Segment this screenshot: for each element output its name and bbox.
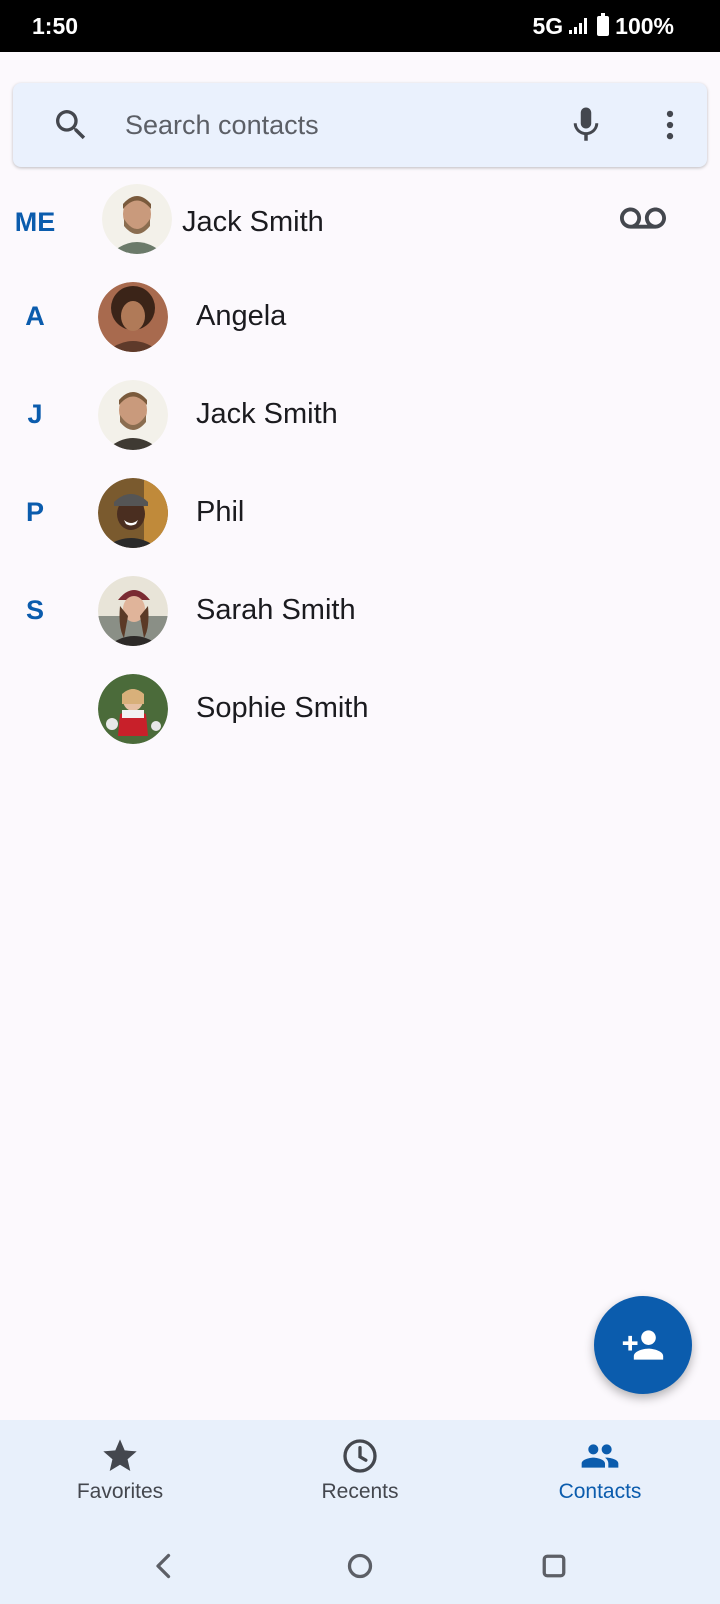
contact-name: Jack Smith — [182, 206, 324, 238]
search-bar[interactable]: Search contacts — [13, 83, 707, 167]
status-icons: 5G 100% — [532, 13, 674, 40]
section-letter: S — [25, 595, 44, 625]
voicemail-icon[interactable] — [620, 196, 666, 242]
add-person-icon — [622, 1330, 664, 1360]
people-icon — [581, 1444, 619, 1468]
back-icon[interactable] — [146, 1548, 182, 1584]
battery-icon — [597, 13, 610, 36]
contacts-screen: 1:50 5G 100% Search contacts ME Jack Smi… — [0, 0, 720, 1604]
avatar — [98, 380, 168, 450]
section-letter — [0, 660, 70, 756]
search-icon — [56, 110, 86, 140]
clock-icon — [343, 1439, 377, 1473]
section-letter: J — [27, 399, 43, 429]
search-input[interactable]: Search contacts — [125, 83, 319, 167]
tab-label: Favorites — [76, 1480, 164, 1503]
signal-icon — [569, 18, 588, 34]
tab-contacts[interactable]: Contacts — [480, 1420, 720, 1528]
avatar — [98, 674, 168, 744]
contact-name: Sarah Smith — [196, 594, 356, 626]
section-letter-me: ME — [14, 207, 56, 237]
system-navigation-bar — [0, 1528, 720, 1604]
tab-favorites[interactable]: Favorites — [0, 1420, 240, 1528]
contact-row[interactable]: Sophie Smith — [0, 660, 720, 756]
contact-row[interactable]: A Angela — [0, 268, 720, 364]
home-icon[interactable] — [342, 1548, 378, 1584]
tab-recents[interactable]: Recents — [240, 1420, 480, 1528]
tab-label: Recents — [321, 1480, 399, 1503]
status-time: 1:50 — [32, 12, 79, 39]
star-icon — [103, 1439, 137, 1471]
status-bar: 1:50 5G 100% — [0, 0, 720, 52]
avatar — [98, 282, 168, 352]
network-label: 5G — [532, 12, 564, 39]
section-letter: A — [25, 301, 45, 331]
more-options-icon[interactable] — [651, 106, 689, 144]
avatar — [98, 576, 168, 646]
add-contact-button[interactable] — [594, 1296, 692, 1394]
contact-name: Jack Smith — [196, 398, 338, 430]
contact-row[interactable]: J Jack Smith — [0, 366, 720, 462]
microphone-icon[interactable] — [565, 104, 607, 146]
overview-icon[interactable] — [536, 1548, 572, 1584]
avatar — [98, 478, 168, 548]
contact-row[interactable]: P Phil — [0, 464, 720, 560]
bottom-navigation: Favorites Recents Contacts — [0, 1420, 720, 1528]
battery-level: 100% — [615, 12, 674, 39]
contact-name: Angela — [196, 300, 287, 332]
avatar — [102, 184, 172, 254]
contact-name: Sophie Smith — [196, 692, 369, 724]
tab-label: Contacts — [558, 1480, 642, 1503]
me-contact-row[interactable]: ME Jack Smith — [0, 184, 720, 280]
contact-row[interactable]: S Sarah Smith — [0, 562, 720, 658]
section-letter: P — [25, 497, 44, 527]
contact-name: Phil — [196, 496, 245, 528]
